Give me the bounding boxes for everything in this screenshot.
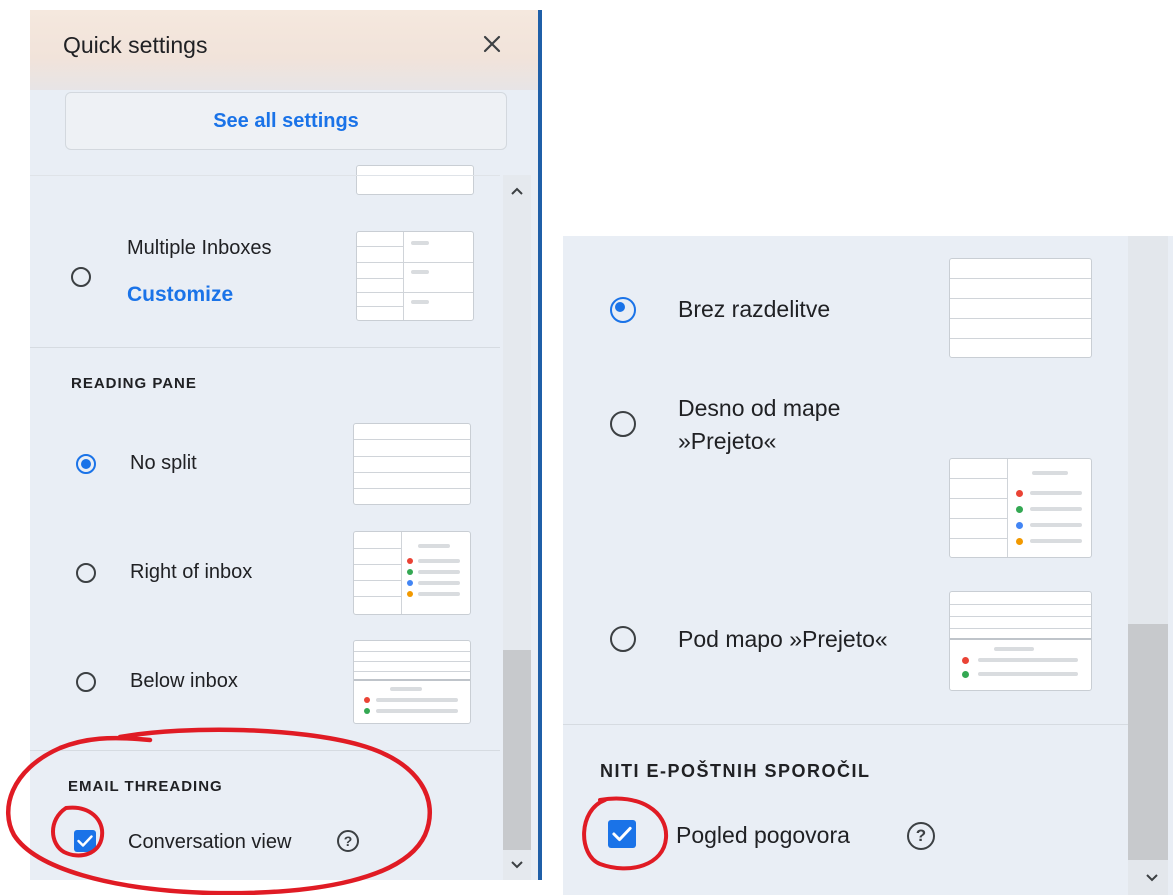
close-icon [483, 35, 501, 53]
below-inbox-thumbnail [353, 640, 471, 724]
scrollbar[interactable] [503, 175, 531, 880]
divider [563, 724, 1128, 725]
pogled-pogovora-label: Pogled pogovora [676, 822, 850, 848]
radio-right-of-inbox[interactable] [76, 563, 96, 583]
radio-no-split[interactable] [76, 454, 96, 474]
check-icon [612, 826, 632, 842]
multiple-inboxes-label: Multiple Inboxes [127, 237, 272, 259]
no-split-thumbnail [353, 423, 471, 505]
reading-pane-heading: READING PANE [71, 375, 197, 392]
scroll-down-arrow-icon[interactable] [1138, 868, 1166, 888]
right-of-inbox-thumbnail [353, 531, 471, 615]
radio-desno-od-mape[interactable] [610, 411, 636, 437]
scrollbar[interactable] [1128, 236, 1168, 895]
brez-razdelitve-thumbnail [949, 258, 1092, 358]
help-icon[interactable]: ? [907, 822, 935, 850]
email-threading-heading: EMAIL THREADING [68, 778, 223, 795]
radio-pod-mapo[interactable] [610, 626, 636, 652]
customize-link[interactable]: Customize [127, 283, 233, 307]
panel-header: Quick settings [30, 10, 538, 90]
right-of-inbox-label: Right of inbox [130, 561, 253, 583]
panel-title: Quick settings [63, 32, 208, 58]
no-split-label: No split [130, 452, 197, 474]
desno-od-mape-label: Desno od mape »Prejeto« [678, 395, 841, 454]
pod-mapo-thumbnail [949, 591, 1092, 691]
see-all-settings-button[interactable]: See all settings [65, 92, 507, 150]
default-inbox-thumbnail [356, 165, 474, 195]
quick-settings-panel-en: Quick settings See all settings Multiple… [30, 10, 542, 880]
multiple-inboxes-thumbnail [356, 231, 474, 321]
scroll-down-arrow-icon[interactable] [503, 855, 531, 875]
divider [30, 175, 500, 176]
niti-heading: NITI E-POŠTNIH SPOROČIL [600, 761, 871, 781]
radio-brez-razdelitve[interactable] [610, 297, 636, 323]
divider [30, 347, 500, 348]
check-icon [77, 835, 93, 847]
conversation-view-label: Conversation view [128, 831, 292, 853]
radio-below-inbox[interactable] [76, 672, 96, 692]
help-icon[interactable]: ? [337, 830, 359, 852]
scroll-up-arrow-icon[interactable] [503, 181, 531, 201]
brez-razdelitve-label: Brez razdelitve [678, 296, 831, 322]
conversation-view-checkbox[interactable] [74, 830, 96, 852]
desno-od-mape-thumbnail [949, 458, 1092, 558]
scrollbar-thumb[interactable] [503, 650, 531, 850]
pogled-pogovora-checkbox[interactable] [608, 820, 636, 848]
scrollbar-thumb[interactable] [1128, 624, 1168, 860]
below-inbox-label: Below inbox [130, 670, 238, 692]
radio-multiple-inboxes[interactable] [71, 267, 91, 287]
quick-settings-panel-sl: Brez razdelitve Desno od mape »Prejeto« … [563, 236, 1173, 895]
divider [30, 750, 500, 751]
close-button[interactable] [476, 28, 508, 60]
settings-scroll-area: Multiple Inboxes Customize READING PANE … [30, 165, 500, 880]
pod-mapo-label: Pod mapo »Prejeto« [678, 626, 888, 652]
